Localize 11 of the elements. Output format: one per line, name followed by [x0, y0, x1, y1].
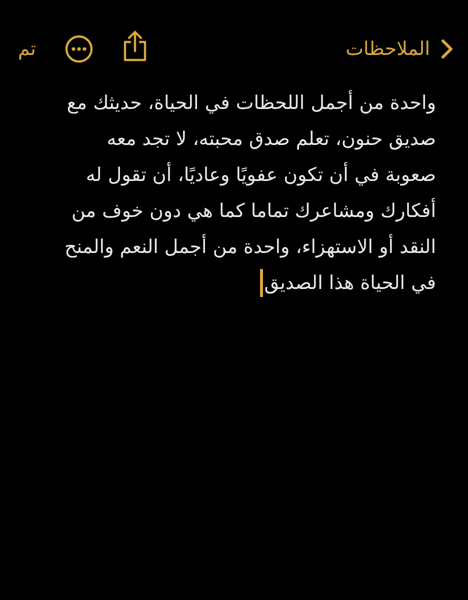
note-text-line: أفكارك ومشاعرك تماما كما هي دون خوف من [71, 197, 436, 224]
chevron-icon [440, 38, 454, 60]
note-text-line: صعوبة في أن تكون عفويًا وعاديًا، أن تقول له [86, 161, 436, 188]
share-icon[interactable] [122, 30, 148, 62]
done-button[interactable]: تم [18, 38, 36, 60]
note-text-line: واحدة من أجمل اللحظات في الحياة، حديثك مع [66, 89, 436, 116]
back-button[interactable]: الملاحظات [346, 38, 454, 60]
note-text-line: النقد أو الاستهزاء، واحدة من أجمل النعم والمنح [64, 233, 436, 260]
more-icon[interactable] [64, 34, 94, 64]
note-text-line: في الحياة هذا الصديق [264, 271, 436, 296]
note-text-line: صديق حنون، تعلم صدق محبته، لا تجد معه [106, 127, 436, 152]
